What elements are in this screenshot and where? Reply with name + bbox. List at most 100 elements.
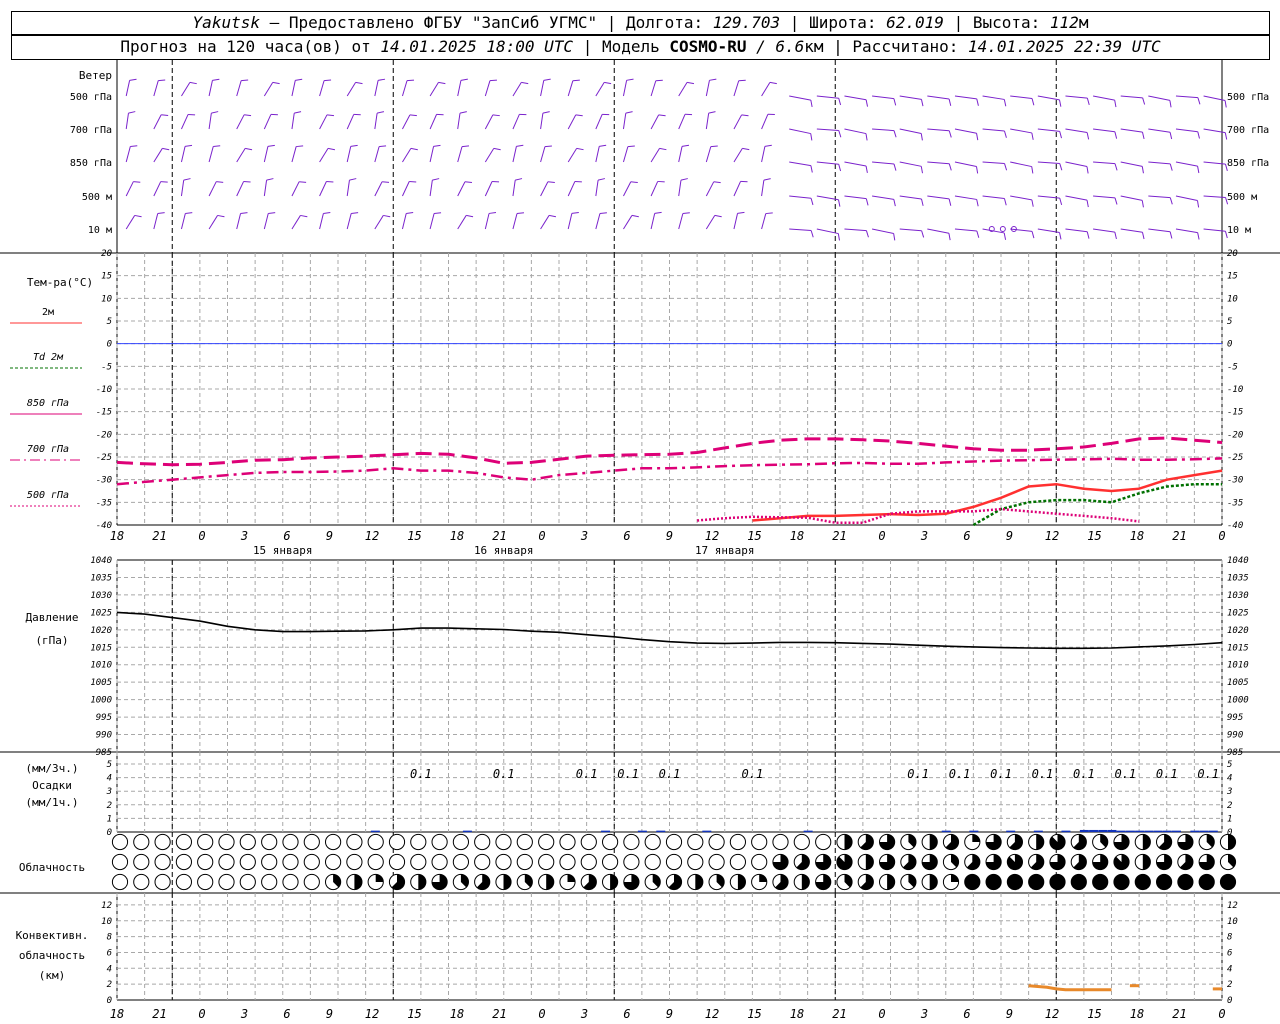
wind-barb-staff (236, 80, 242, 97)
precip-bar (702, 830, 712, 833)
wind-barb-staff (263, 146, 269, 163)
wind-barb-feather (382, 181, 390, 183)
cloud-cover-circle (474, 853, 491, 871)
wind-barb-feather (162, 147, 170, 151)
cloud-title: Облачность (19, 861, 85, 874)
wind-barb-feather (213, 145, 221, 148)
wind-barb-feather (161, 114, 169, 117)
wind-barb-staff (429, 146, 435, 163)
wind-barb-feather (160, 181, 168, 183)
wind-barb-staff (374, 215, 384, 230)
conv-ytick-left: 10 (101, 917, 112, 927)
precip-bar (1171, 830, 1181, 833)
wind-barb-feather (433, 144, 441, 147)
wind-barb-staff (457, 181, 466, 197)
wind-barb-staff (927, 161, 950, 165)
cloud-cover-fill (1135, 874, 1151, 890)
wind-barb-staff (236, 213, 242, 230)
wind-barb-staff (153, 181, 162, 197)
cloud-cover-fill (1049, 874, 1066, 890)
pressure-ytick-right: 990 (1227, 731, 1243, 741)
pressure-ytick-right: 1020 (1227, 626, 1249, 636)
wind-barb-staff (678, 82, 688, 97)
wind-barb-staff (401, 80, 408, 97)
cloud-cover-circle (815, 833, 832, 851)
wind-barb-feather (686, 81, 695, 85)
wind-barb-feather (681, 144, 690, 147)
wind-barb-staff (346, 213, 352, 230)
wind-barb-staff (650, 114, 660, 130)
cloud-cover-fill (503, 874, 512, 890)
cloud-cover-circle (175, 853, 192, 871)
wind-barb-feather (1141, 166, 1144, 174)
wind-barb-feather (217, 214, 225, 218)
wind-barb-staff (872, 161, 895, 165)
wind-barb-feather (1059, 131, 1063, 139)
cloud-cover-fill (737, 874, 746, 890)
temp-legend-label: Td 2м (33, 352, 64, 363)
wind-barb-feather (272, 81, 280, 85)
cloud-cover-circle (367, 833, 384, 851)
wind-barb-staff (789, 228, 812, 232)
precip-ytick-left: 0 (107, 828, 112, 838)
wind-barb-staff (429, 82, 439, 97)
wind-barb-feather (1031, 98, 1035, 106)
cloud-cover-fill (610, 874, 618, 890)
pressure-ytick-left: 985 (96, 748, 112, 758)
wind-barb-feather (185, 144, 193, 147)
wind-barb-staff (153, 213, 159, 230)
cloud-cover-circle (751, 833, 768, 851)
wind-barb-staff (1120, 95, 1143, 99)
cloud-cover-circle (239, 873, 256, 891)
wind-level-label-right: 10 м (1227, 225, 1251, 236)
precip-ytick-left: 2 (107, 801, 112, 811)
cloud-cover-circle (133, 873, 150, 891)
cloud-cover-circle (708, 853, 725, 871)
wind-barb-staff (705, 80, 710, 97)
wind-barb-staff (1037, 128, 1060, 132)
wind-barb-staff (263, 180, 268, 197)
wind-barb-staff (899, 128, 922, 134)
precip-ytick-left: 1 (107, 814, 112, 824)
wind-barb-staff (291, 215, 301, 230)
wind-barb-staff (705, 113, 710, 130)
wind-barb-feather (680, 178, 688, 181)
time-tick-label-bottom: 15 (1087, 1007, 1101, 1021)
wind-barb-feather (838, 98, 842, 106)
wind-barb-staff (236, 181, 245, 197)
wind-barb-feather (244, 114, 252, 117)
cloud-cover-circle (559, 853, 576, 871)
pressure-ytick-left: 1005 (90, 678, 112, 688)
cloud-cover-circle (303, 833, 320, 851)
wind-barb-staff (954, 161, 977, 167)
temp-ytick-right: 5 (1227, 317, 1232, 327)
wind-barb-staff (872, 128, 895, 132)
cloud-cover-circle (580, 833, 597, 851)
wind-barb-staff (733, 213, 739, 230)
wind-barb-feather (492, 114, 500, 117)
time-tick-label: 15 (407, 529, 421, 543)
wind-barb-staff (789, 195, 812, 199)
wind-barb-feather (406, 79, 415, 82)
pressure-ytick-right: 1035 (1227, 573, 1249, 583)
precip-bar (1153, 830, 1163, 833)
wind-barb-staff (484, 148, 495, 163)
convective-cloud-segment (1028, 984, 1112, 992)
wind-barb-staff (761, 146, 766, 163)
wind-barb-feather (865, 99, 869, 107)
wind-barb-staff (567, 181, 576, 197)
wind-barb-staff (1120, 195, 1143, 201)
time-tick-label-bottom: 0 (1218, 1007, 1225, 1021)
precip-ytick-right: 1 (1227, 814, 1232, 824)
conv-ytick-left: 2 (107, 980, 112, 990)
precip-3h-label: 0.1 (949, 767, 971, 781)
precip-bar (941, 830, 951, 833)
cloud-cover-fill (951, 874, 959, 882)
time-tick-label-bottom: 12 (705, 1007, 719, 1021)
wind-barb-staff (623, 181, 632, 197)
wind-barb-feather (212, 78, 220, 81)
wind-barb-feather (948, 198, 952, 206)
time-tick-label-bottom: 18 (450, 1007, 464, 1021)
wind-barb-staff (761, 114, 769, 130)
day-label: 15 января (253, 544, 313, 557)
